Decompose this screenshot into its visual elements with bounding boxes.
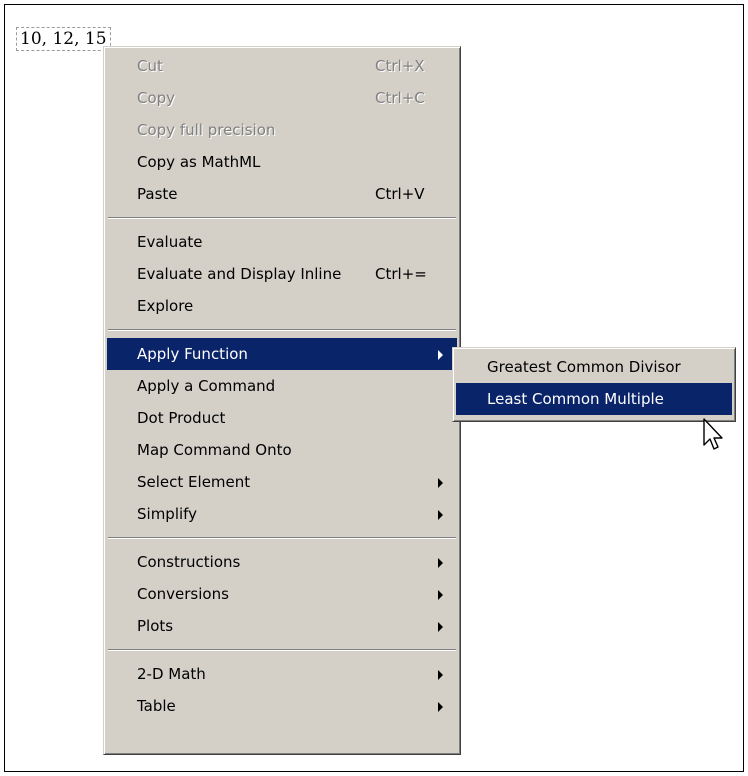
submenu-arrow-icon bbox=[438, 478, 443, 488]
apply-function-submenu: Greatest Common Divisor Least Common Mul… bbox=[452, 347, 736, 422]
menu-item-dot-product[interactable]: Dot Product bbox=[107, 402, 457, 434]
submenu-arrow-icon bbox=[438, 670, 443, 680]
menu-item-label: Paste bbox=[137, 185, 178, 203]
menu-item-label: Copy bbox=[137, 89, 176, 107]
menu-separator bbox=[107, 322, 457, 338]
menu-item-label: Copy full precision bbox=[137, 121, 276, 139]
menu-item-shortcut: Ctrl+V bbox=[375, 185, 425, 203]
context-menu: Cut Ctrl+X Copy Ctrl+C Copy full precisi… bbox=[103, 46, 461, 755]
menu-separator bbox=[107, 642, 457, 658]
menu-item-label: Evaluate bbox=[137, 233, 203, 251]
menu-item-label: Simplify bbox=[137, 505, 198, 523]
menu-item-label: Copy as MathML bbox=[137, 153, 261, 171]
menu-item-shortcut: Ctrl+C bbox=[375, 89, 425, 107]
menu-item-label: Conversions bbox=[137, 585, 229, 603]
submenu-arrow-icon bbox=[438, 590, 443, 600]
submenu-item-least-common-multiple[interactable]: Least Common Multiple bbox=[456, 383, 732, 415]
menu-item-constructions[interactable]: Constructions bbox=[107, 546, 457, 578]
menu-separator bbox=[107, 530, 457, 546]
menu-item-map-command-onto[interactable]: Map Command Onto bbox=[107, 434, 457, 466]
menu-item-evaluate-display-inline[interactable]: Evaluate and Display Inline Ctrl+= bbox=[107, 258, 457, 290]
menu-item-copy-full-precision[interactable]: Copy full precision bbox=[107, 114, 457, 146]
menu-item-shortcut: Ctrl+= bbox=[375, 265, 427, 283]
submenu-arrow-icon bbox=[438, 510, 443, 520]
menu-item-copy-as-mathml[interactable]: Copy as MathML bbox=[107, 146, 457, 178]
menu-separator bbox=[107, 210, 457, 226]
menu-item-label: Least Common Multiple bbox=[487, 390, 664, 408]
menu-item-label: Table bbox=[137, 697, 176, 715]
menu-item-copy[interactable]: Copy Ctrl+C bbox=[107, 82, 457, 114]
menu-item-paste[interactable]: Paste Ctrl+V bbox=[107, 178, 457, 210]
menu-item-label: Apply Function bbox=[137, 345, 248, 363]
menu-item-label: Select Element bbox=[137, 473, 251, 491]
menu-item-label: Apply a Command bbox=[137, 377, 276, 395]
math-expression[interactable]: 10, 12, 15 bbox=[16, 27, 111, 51]
menu-item-explore[interactable]: Explore bbox=[107, 290, 457, 322]
menu-item-label: Explore bbox=[137, 297, 194, 315]
menu-item-label: Plots bbox=[137, 617, 174, 635]
submenu-arrow-icon bbox=[438, 702, 443, 712]
menu-item-label: Cut bbox=[137, 57, 163, 75]
menu-item-cut[interactable]: Cut Ctrl+X bbox=[107, 50, 457, 82]
menu-item-apply-a-command[interactable]: Apply a Command bbox=[107, 370, 457, 402]
submenu-arrow-icon bbox=[438, 558, 443, 568]
menu-item-label: Dot Product bbox=[137, 409, 226, 427]
menu-item-label: Map Command Onto bbox=[137, 441, 292, 459]
menu-item-label: Evaluate and Display Inline bbox=[137, 265, 342, 283]
submenu-arrow-icon bbox=[438, 622, 443, 632]
menu-item-evaluate[interactable]: Evaluate bbox=[107, 226, 457, 258]
menu-item-2d-math[interactable]: 2-D Math bbox=[107, 658, 457, 690]
menu-item-apply-function[interactable]: Apply Function bbox=[107, 338, 457, 370]
submenu-item-greatest-common-divisor[interactable]: Greatest Common Divisor bbox=[456, 351, 732, 383]
menu-item-conversions[interactable]: Conversions bbox=[107, 578, 457, 610]
menu-item-table[interactable]: Table bbox=[107, 690, 457, 722]
menu-item-shortcut: Ctrl+X bbox=[375, 57, 425, 75]
menu-item-select-element[interactable]: Select Element bbox=[107, 466, 457, 498]
menu-item-label: Greatest Common Divisor bbox=[487, 358, 681, 376]
submenu-arrow-icon bbox=[438, 350, 443, 360]
menu-item-label: Constructions bbox=[137, 553, 241, 571]
menu-item-label: 2-D Math bbox=[137, 665, 206, 683]
mouse-pointer-icon bbox=[703, 418, 723, 450]
menu-item-plots[interactable]: Plots bbox=[107, 610, 457, 642]
menu-item-simplify[interactable]: Simplify bbox=[107, 498, 457, 530]
